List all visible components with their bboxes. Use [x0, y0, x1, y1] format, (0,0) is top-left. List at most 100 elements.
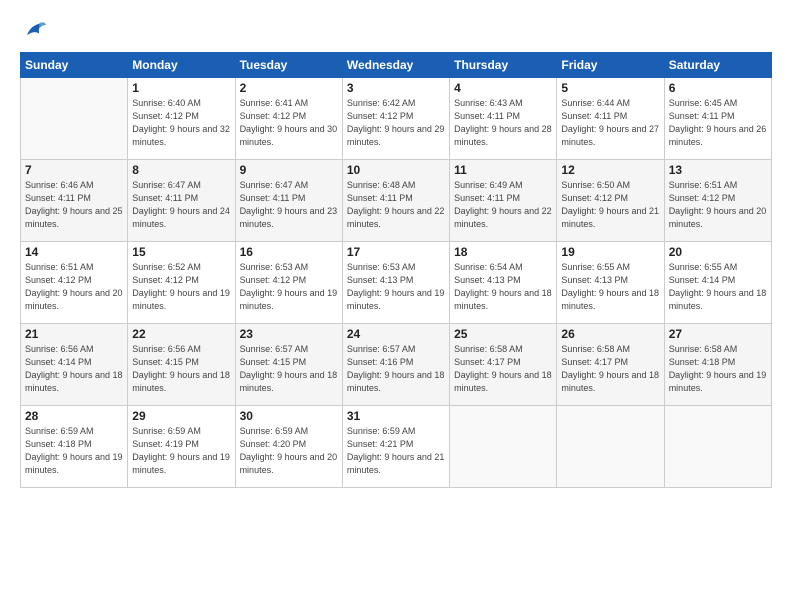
day-number: 28 — [25, 409, 123, 423]
sunrise-text: Sunrise: 6:49 AM — [454, 179, 552, 192]
sunrise-text: Sunrise: 6:59 AM — [347, 425, 445, 438]
calendar-week-row: 14Sunrise: 6:51 AMSunset: 4:12 PMDayligh… — [21, 242, 772, 324]
calendar-cell: 25 Sunrise: 6:58 AMSunset: 4:17 PMDayligh… — [450, 324, 557, 406]
day-number: 3 — [347, 81, 445, 95]
sunset-text: Sunset: 4:15 PM — [240, 356, 338, 369]
sunset-text: Sunset: 4:13 PM — [561, 274, 659, 287]
day-info: Sunrise: 6:56 AMSunset: 4:15 PMDaylight:… — [132, 343, 230, 395]
day-number: 15 — [132, 245, 230, 259]
day-info: Sunrise: 6:47 AMSunset: 4:11 PMDaylight:… — [240, 179, 338, 231]
day-number: 22 — [132, 327, 230, 341]
day-number: 9 — [240, 163, 338, 177]
day-number: 21 — [25, 327, 123, 341]
daylight-text: Daylight: 9 hours and 24 minutes. — [132, 205, 230, 231]
daylight-text: Daylight: 9 hours and 26 minutes. — [669, 123, 767, 149]
daylight-text: Daylight: 9 hours and 20 minutes. — [25, 287, 123, 313]
calendar-cell: 23Sunrise: 6:57 AMSunset: 4:15 PMDayligh… — [235, 324, 342, 406]
day-number: 4 — [454, 81, 552, 95]
sunset-text: Sunset: 4:12 PM — [132, 274, 230, 287]
calendar-cell: 20Sunrise: 6:55 AMSunset: 4:14 PMDayligh… — [664, 242, 771, 324]
daylight-text: Daylight: 9 hours and 18 minutes. — [25, 369, 123, 395]
daylight-text: Daylight: 9 hours and 19 minutes. — [669, 369, 767, 395]
day-info: Sunrise: 6:58 AMSunset: 4:17 PMDaylight:… — [454, 343, 552, 395]
sunset-text: Sunset: 4:11 PM — [454, 192, 552, 205]
daylight-text: Daylight: 9 hours and 18 minutes. — [454, 287, 552, 313]
day-info: Sunrise: 6:50 AMSunset: 4:12 PMDaylight:… — [561, 179, 659, 231]
daylight-text: Daylight: 9 hours and 19 minutes. — [347, 287, 445, 313]
sunrise-text: Sunrise: 6:55 AM — [669, 261, 767, 274]
day-info: Sunrise: 6:43 AMSunset: 4:11 PMDaylight:… — [454, 97, 552, 149]
daylight-text: Daylight: 9 hours and 29 minutes. — [347, 123, 445, 149]
day-info: Sunrise: 6:59 AMSunset: 4:18 PMDaylight:… — [25, 425, 123, 477]
calendar-cell: 30Sunrise: 6:59 AMSunset: 4:20 PMDayligh… — [235, 406, 342, 488]
calendar-cell — [21, 78, 128, 160]
day-info: Sunrise: 6:55 AMSunset: 4:13 PMDaylight:… — [561, 261, 659, 313]
day-info: Sunrise: 6:42 AMSunset: 4:12 PMDaylight:… — [347, 97, 445, 149]
calendar-week-row: 7Sunrise: 6:46 AMSunset: 4:11 PMDaylight… — [21, 160, 772, 242]
day-number: 2 — [240, 81, 338, 95]
sunset-text: Sunset: 4:16 PM — [347, 356, 445, 369]
sunrise-text: Sunrise: 6:46 AM — [25, 179, 123, 192]
sunrise-text: Sunrise: 6:47 AM — [240, 179, 338, 192]
sunrise-text: Sunrise: 6:54 AM — [454, 261, 552, 274]
day-number: 6 — [669, 81, 767, 95]
calendar-cell — [450, 406, 557, 488]
calendar-cell: 27Sunrise: 6:58 AMSunset: 4:18 PMDayligh… — [664, 324, 771, 406]
calendar-cell: 8Sunrise: 6:47 AMSunset: 4:11 PMDaylight… — [128, 160, 235, 242]
calendar-week-row: 1Sunrise: 6:40 AMSunset: 4:12 PMDaylight… — [21, 78, 772, 160]
sunrise-text: Sunrise: 6:45 AM — [669, 97, 767, 110]
sunrise-text: Sunrise: 6:59 AM — [132, 425, 230, 438]
sunrise-text: Sunrise: 6:47 AM — [132, 179, 230, 192]
daylight-text: Daylight: 9 hours and 18 minutes. — [347, 369, 445, 395]
calendar-cell: 16 Sunrise: 6:53 AMSunset: 4:12 PMDayligh… — [235, 242, 342, 324]
day-number: 31 — [347, 409, 445, 423]
sunset-text: Sunset: 4:11 PM — [454, 110, 552, 123]
daylight-text: Daylight: 9 hours and 19 minutes. — [240, 287, 338, 313]
sunset-text: Sunset: 4:11 PM — [347, 192, 445, 205]
calendar-cell: 6Sunrise: 6:45 AMSunset: 4:11 PMDaylight… — [664, 78, 771, 160]
sunset-text: Sunset: 4:11 PM — [132, 192, 230, 205]
sunset-text: Sunset: 4:13 PM — [347, 274, 445, 287]
daylight-text: Daylight: 9 hours and 23 minutes. — [240, 205, 338, 231]
day-number: 16 — [240, 245, 338, 259]
weekday-header-wednesday: Wednesday — [342, 53, 449, 78]
calendar-cell: 11Sunrise: 6:49 AMSunset: 4:11 PMDayligh… — [450, 160, 557, 242]
sunset-text: Sunset: 4:13 PM — [454, 274, 552, 287]
day-info: Sunrise: 6:44 AMSunset: 4:11 PMDaylight:… — [561, 97, 659, 149]
sunset-text: Sunset: 4:19 PM — [132, 438, 230, 451]
sunset-text: Sunset: 4:18 PM — [25, 438, 123, 451]
sunrise-text: Sunrise: 6:57 AM — [240, 343, 338, 356]
sunrise-text: Sunrise: 6:59 AM — [240, 425, 338, 438]
sunset-text: Sunset: 4:12 PM — [132, 110, 230, 123]
daylight-text: Daylight: 9 hours and 22 minutes. — [347, 205, 445, 231]
day-number: 17 — [347, 245, 445, 259]
sunset-text: Sunset: 4:14 PM — [669, 274, 767, 287]
day-number: 25 — [454, 327, 552, 341]
calendar-cell: 7Sunrise: 6:46 AMSunset: 4:11 PMDaylight… — [21, 160, 128, 242]
calendar-week-row: 21Sunrise: 6:56 AMSunset: 4:14 PMDayligh… — [21, 324, 772, 406]
sunrise-text: Sunrise: 6:56 AM — [25, 343, 123, 356]
daylight-text: Daylight: 9 hours and 18 minutes. — [561, 287, 659, 313]
weekday-header-saturday: Saturday — [664, 53, 771, 78]
day-number: 19 — [561, 245, 659, 259]
day-info: Sunrise: 6:53 AMSunset: 4:13 PMDaylight:… — [347, 261, 445, 313]
sunrise-text: Sunrise: 6:58 AM — [454, 343, 552, 356]
calendar-cell: 28 Sunrise: 6:59 AMSunset: 4:18 PMDayligh… — [21, 406, 128, 488]
day-number: 29 — [132, 409, 230, 423]
sunrise-text: Sunrise: 6:50 AM — [561, 179, 659, 192]
logo — [20, 16, 52, 44]
daylight-text: Daylight: 9 hours and 22 minutes. — [454, 205, 552, 231]
calendar-cell: 5Sunrise: 6:44 AMSunset: 4:11 PMDaylight… — [557, 78, 664, 160]
calendar-cell: 1Sunrise: 6:40 AMSunset: 4:12 PMDaylight… — [128, 78, 235, 160]
calendar-cell: 3 Sunrise: 6:42 AMSunset: 4:12 PMDaylight… — [342, 78, 449, 160]
logo-bird-icon — [20, 16, 48, 44]
day-info: Sunrise: 6:53 AMSunset: 4:12 PMDaylight:… — [240, 261, 338, 313]
sunset-text: Sunset: 4:12 PM — [240, 110, 338, 123]
day-number: 12 — [561, 163, 659, 177]
day-number: 20 — [669, 245, 767, 259]
sunset-text: Sunset: 4:12 PM — [25, 274, 123, 287]
daylight-text: Daylight: 9 hours and 25 minutes. — [25, 205, 123, 231]
day-info: Sunrise: 6:57 AMSunset: 4:16 PMDaylight:… — [347, 343, 445, 395]
calendar-cell: 12 Sunrise: 6:50 AMSunset: 4:12 PMDayligh… — [557, 160, 664, 242]
sunrise-text: Sunrise: 6:59 AM — [25, 425, 123, 438]
